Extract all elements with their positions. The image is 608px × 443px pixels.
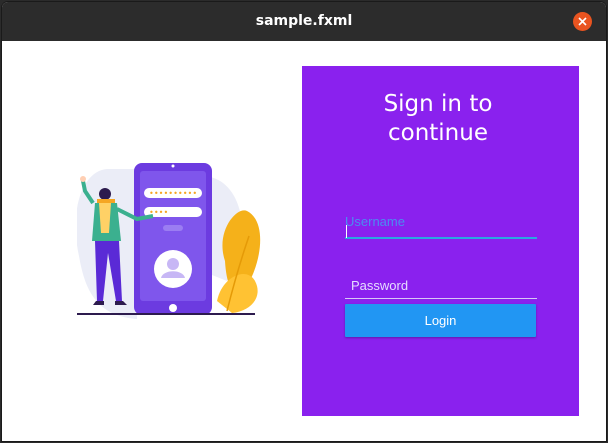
window-title: sample.fxml: [255, 13, 353, 29]
username-field[interactable]: Username: [345, 211, 537, 239]
login-illustration: •••••••••• ••••: [77, 163, 261, 319]
text-caret: [346, 225, 347, 238]
heading-line-1: Sign in to: [383, 91, 493, 117]
password-input[interactable]: [345, 272, 537, 298]
username-label: Username: [345, 214, 405, 229]
content-area: •••••••••• •••• Sign in to continue User…: [2, 41, 606, 441]
sign-in-heading: Sign in to continue: [302, 90, 574, 148]
close-icon: [578, 17, 587, 26]
heading-line-2: continue: [387, 120, 488, 146]
sign-in-panel: Sign in to continue Username Login: [302, 66, 579, 416]
svg-text:••••••••••: ••••••••••: [149, 189, 197, 198]
close-button[interactable]: [573, 12, 592, 31]
app-window: sample.fxml •••••••••• •••• Sign in to c…: [2, 2, 606, 441]
title-bar[interactable]: sample.fxml: [2, 2, 606, 41]
login-button[interactable]: Login: [345, 304, 536, 337]
password-field[interactable]: [345, 272, 537, 299]
